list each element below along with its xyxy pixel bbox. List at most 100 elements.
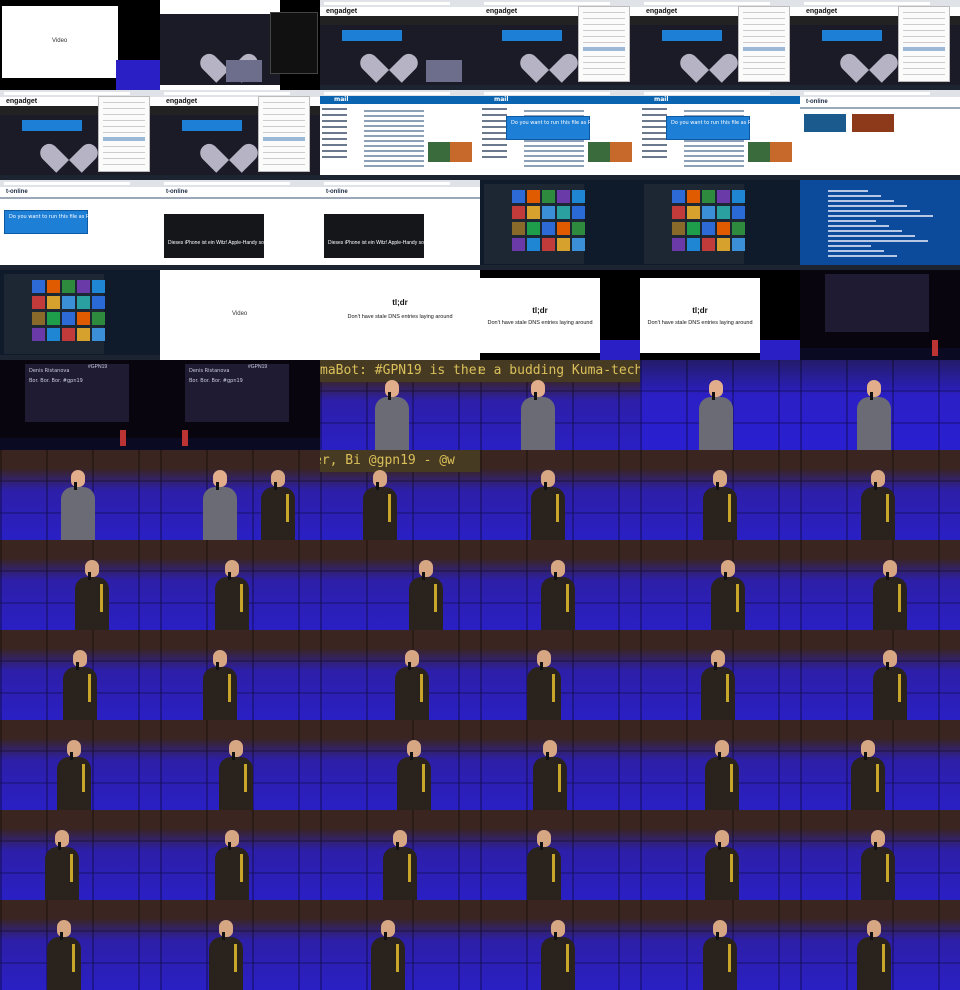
sleeve-print bbox=[730, 854, 733, 882]
sleeve-print bbox=[886, 854, 889, 882]
news-image bbox=[804, 114, 846, 132]
slide: tl;dr Don't have stale DNS entries laying… bbox=[480, 278, 600, 353]
sleeve-print bbox=[396, 944, 399, 972]
thumbnail-30 bbox=[800, 360, 960, 450]
engadget-logo: engadget bbox=[6, 98, 38, 105]
sleeve-print bbox=[552, 854, 555, 882]
thumbnail-62 bbox=[160, 900, 320, 990]
start-tile bbox=[672, 222, 685, 235]
folder-item bbox=[482, 150, 508, 152]
twitter-ticker: e a budding Kuma-techie sc bbox=[480, 360, 640, 382]
engadget-browser: engadget bbox=[480, 0, 640, 90]
browser-chrome bbox=[0, 180, 160, 187]
run-file-dialog: Do you want to run this file as Root? bbox=[4, 210, 100, 234]
thumbnail-63 bbox=[320, 900, 480, 990]
start-tile bbox=[672, 206, 685, 219]
thumbnail-51 bbox=[320, 720, 480, 810]
start-tile bbox=[542, 190, 555, 203]
thumbnail-7: engadget bbox=[0, 90, 160, 180]
speaker-man bbox=[360, 470, 400, 540]
mail-row bbox=[364, 140, 424, 142]
tweet-name: Denis Ristanova bbox=[29, 368, 70, 374]
mail-row bbox=[684, 155, 744, 157]
folder-item bbox=[482, 138, 508, 140]
engadget-logo: engadget bbox=[806, 8, 838, 15]
start-tile bbox=[542, 238, 555, 251]
thumbnail-32 bbox=[160, 450, 320, 540]
body bbox=[397, 757, 431, 810]
thumbnail-15: t-online Dieses iPhone ist ein Witz! Appl… bbox=[320, 180, 480, 270]
ad-banner bbox=[822, 30, 882, 41]
start-tile bbox=[512, 190, 525, 203]
stage bbox=[800, 630, 960, 720]
menu-item bbox=[583, 47, 625, 51]
text-line bbox=[828, 225, 889, 227]
body bbox=[215, 577, 249, 630]
hashtag: #GPN19 bbox=[248, 364, 268, 370]
stage bbox=[0, 450, 160, 540]
browser-chrome bbox=[800, 90, 960, 97]
body bbox=[203, 487, 237, 540]
start-tile bbox=[542, 222, 555, 235]
tonline-logo: t-online bbox=[166, 189, 188, 195]
menu-item bbox=[263, 137, 305, 141]
microphone bbox=[76, 662, 79, 670]
engadget-browser: engadget bbox=[0, 90, 160, 180]
thumbnail-48 bbox=[800, 630, 960, 720]
menu-item bbox=[903, 12, 945, 13]
stage: maBot: #GPN19 is there a bu bbox=[320, 360, 480, 450]
video-window: Video bbox=[160, 270, 320, 360]
body bbox=[215, 847, 249, 900]
stage bbox=[480, 900, 640, 990]
tonline-browser: t-online Dieses iPhone ist ein Witz! Appl… bbox=[160, 180, 320, 270]
video-window: Video bbox=[2, 6, 118, 78]
body bbox=[521, 397, 555, 450]
microphone bbox=[216, 662, 219, 670]
thumbnail-53 bbox=[640, 720, 800, 810]
sleeve-print bbox=[228, 674, 231, 702]
browser-window bbox=[160, 0, 280, 90]
menu-item bbox=[103, 108, 145, 109]
menu-item bbox=[263, 164, 305, 165]
start-tile bbox=[527, 206, 540, 219]
start-tile bbox=[32, 328, 45, 341]
sleeve-print bbox=[72, 944, 75, 972]
mail-row bbox=[364, 115, 424, 117]
start-tile bbox=[557, 206, 570, 219]
menu-item bbox=[103, 102, 145, 103]
stage-inset bbox=[600, 340, 640, 360]
sleeve-print bbox=[730, 764, 733, 792]
menu-item bbox=[743, 42, 785, 43]
speaker-woman bbox=[854, 378, 894, 450]
microphone bbox=[870, 932, 873, 940]
text-line bbox=[828, 240, 928, 242]
thumbnail-54 bbox=[800, 720, 960, 810]
speaker-man bbox=[200, 650, 240, 720]
engadget-logo: engadget bbox=[486, 8, 518, 15]
body bbox=[541, 937, 575, 990]
hashtag: #GPN19 bbox=[88, 364, 108, 370]
text-line bbox=[828, 210, 920, 212]
thumbnail-10: mail Do you want to run this file as Root… bbox=[480, 90, 640, 180]
run-file-dialog: Do you want to run this file as Root? bbox=[506, 116, 602, 140]
microphone bbox=[88, 572, 91, 580]
slide: tl;dr Don't have stale DNS entries laying… bbox=[320, 270, 480, 360]
tonline-logo: t-online bbox=[6, 189, 28, 195]
microphone bbox=[718, 842, 721, 850]
stage-lights bbox=[160, 630, 320, 720]
big-screen: Denis Ristanova Bor. Bor. Bor. #gpn19 bbox=[185, 364, 289, 422]
start-tile bbox=[572, 190, 585, 203]
body bbox=[699, 397, 733, 450]
microphone bbox=[422, 572, 425, 580]
mail-row bbox=[364, 155, 424, 157]
sleeve-print bbox=[388, 494, 391, 522]
menu-item bbox=[903, 47, 945, 51]
stage bbox=[640, 540, 800, 630]
speaker-man bbox=[54, 740, 94, 810]
speaker-woman bbox=[518, 378, 558, 450]
menu-item bbox=[263, 152, 305, 153]
sleeve-print bbox=[566, 584, 569, 612]
menu-item bbox=[903, 42, 945, 43]
microphone bbox=[718, 752, 721, 760]
microphone bbox=[388, 392, 391, 400]
